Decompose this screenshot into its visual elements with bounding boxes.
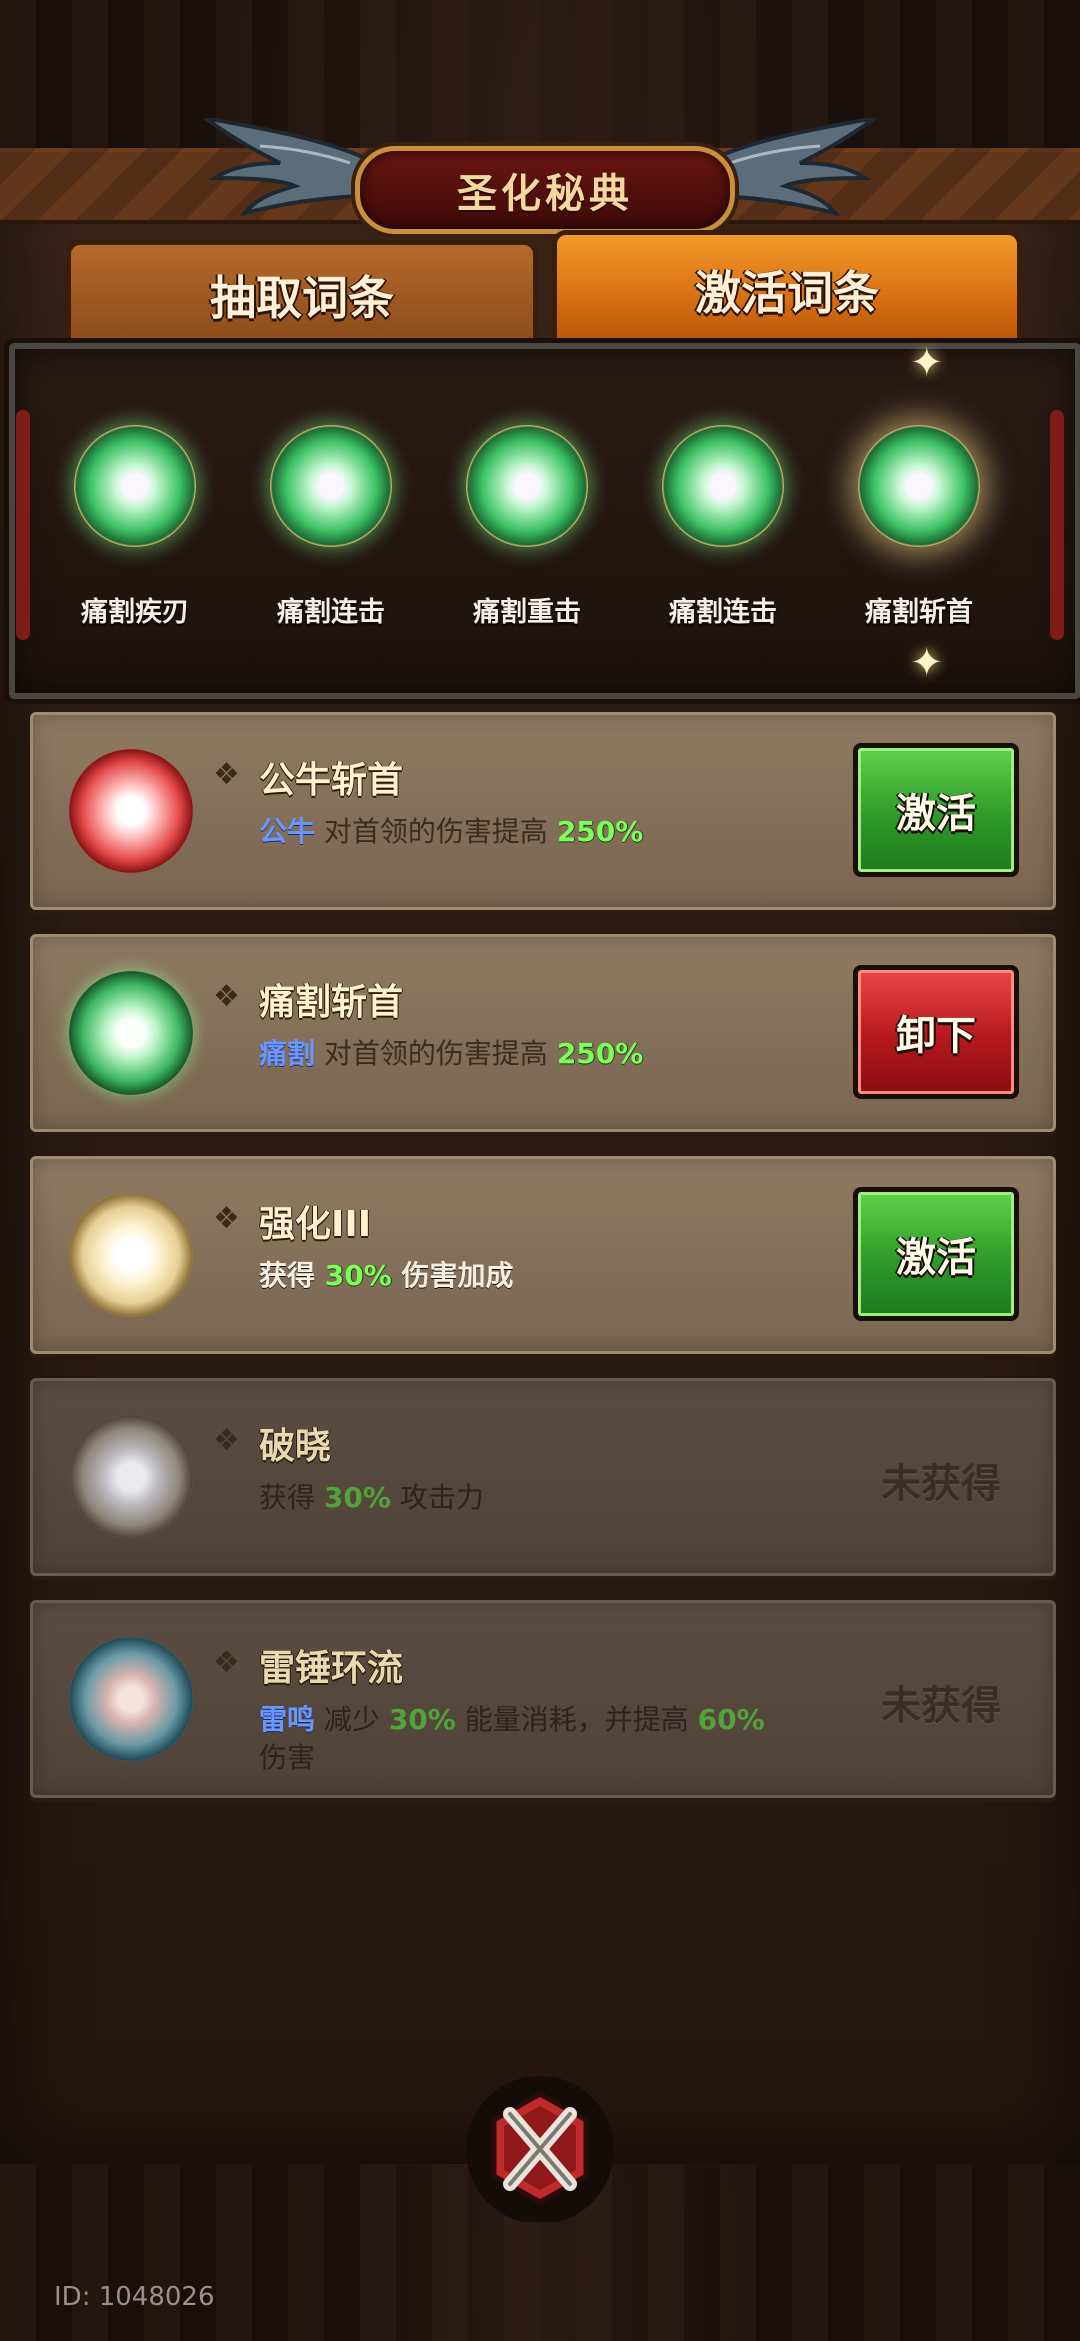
desc-segment: 减少 — [315, 1703, 389, 1736]
slot-item-selected[interactable]: 痛割斩首 — [834, 410, 1004, 640]
slot-item[interactable]: 痛割连击 — [638, 410, 808, 640]
green-orb-icon — [270, 425, 392, 547]
gray-orb-icon — [69, 1415, 193, 1539]
slot-item[interactable]: 痛割疾刃 — [50, 410, 220, 640]
entry-card-locked: ❖ 破晓 获得 30% 攻击力 未获得 — [30, 1378, 1056, 1576]
diamond-bullet-icon: ❖ — [213, 1423, 240, 1458]
teal-orb-icon — [69, 1637, 193, 1761]
entry-card: ❖ 公牛斩首 公牛 对首领的伤害提高 250% 激活 — [30, 712, 1056, 910]
desc-segment: 250% — [556, 815, 644, 848]
slot-label: 痛割斩首 — [865, 597, 973, 628]
entry-title: 痛割斩首 — [259, 982, 404, 1023]
unequip-button[interactable]: 卸下 — [853, 965, 1019, 1099]
gold-orb-icon — [69, 1193, 193, 1317]
desc-segment: 获得 — [259, 1259, 325, 1292]
slot-label: 痛割连击 — [277, 597, 385, 628]
green-orb-icon — [662, 425, 784, 547]
slot-label: 痛割连击 — [669, 597, 777, 628]
entry-description: 获得 30% 攻击力 — [259, 1479, 799, 1517]
desc-segment: 伤害 — [259, 1741, 316, 1774]
slot-label: 痛割重击 — [473, 597, 581, 628]
tab-activate[interactable]: 激活词条 — [552, 230, 1022, 345]
frame-right-pillar — [1050, 410, 1064, 640]
desc-segment: 攻击力 — [390, 1481, 484, 1514]
desc-segment: 60% — [697, 1703, 765, 1736]
desc-segment: 对首领的伤害提高 — [315, 815, 557, 848]
desc-segment: 30% — [323, 1481, 391, 1514]
not-obtained-status: 未获得 — [881, 1683, 1001, 1729]
frame-left-pillar — [16, 410, 30, 640]
equipped-slots: 痛割疾刃 痛割连击 痛割重击 痛割连击 痛割斩首 — [50, 410, 1030, 640]
entry-card: ❖ 痛割斩首 痛割 对首领的伤害提高 250% 卸下 — [30, 934, 1056, 1132]
entry-title: 破晓 — [259, 1426, 332, 1467]
diamond-bullet-icon: ❖ — [213, 1201, 240, 1236]
right-wing-icon — [712, 118, 877, 217]
desc-segment: 能量消耗，并提高 — [455, 1703, 698, 1736]
slot-item[interactable]: 痛割重击 — [442, 410, 612, 640]
desc-segment: 30% — [324, 1259, 392, 1292]
diamond-bullet-icon: ❖ — [213, 1645, 240, 1680]
green-orb-icon — [69, 971, 193, 1095]
desc-segment: 250% — [556, 1037, 644, 1070]
title-plate: 圣化秘典 — [355, 146, 735, 234]
desc-segment: 对首领的伤害提高 — [315, 1037, 557, 1070]
green-orb-icon — [466, 425, 588, 547]
slot-item[interactable]: 痛割连击 — [246, 410, 416, 640]
desc-segment: 公牛 — [259, 815, 316, 848]
entry-card: ❖ 强化III 获得 30% 伤害加成 激活 — [30, 1156, 1056, 1354]
title-banner: 圣化秘典 — [200, 118, 880, 234]
left-wing-icon — [203, 118, 368, 217]
entry-description: 获得 30% 伤害加成 — [259, 1257, 799, 1295]
entry-card-locked: ❖ 雷锤环流 雷鸣 减少 30% 能量消耗，并提高 60% 伤害 未获得 — [30, 1600, 1056, 1798]
activate-button[interactable]: 激活 — [853, 743, 1019, 877]
close-icon[interactable] — [462, 2072, 618, 2222]
entry-description: 公牛 对首领的伤害提高 250% — [259, 813, 799, 851]
entry-title: 公牛斩首 — [259, 760, 404, 801]
slot-label: 痛割疾刃 — [81, 597, 189, 628]
tab-extract[interactable]: 抽取词条 — [66, 240, 538, 345]
activate-button[interactable]: 激活 — [853, 1187, 1019, 1321]
sparkle-icon: ✦ — [910, 340, 944, 386]
diamond-bullet-icon: ❖ — [213, 979, 240, 1014]
entry-description: 雷鸣 减少 30% 能量消耗，并提高 60% 伤害 — [259, 1701, 799, 1777]
not-obtained-status: 未获得 — [881, 1461, 1001, 1507]
red-orb-icon — [69, 749, 193, 873]
desc-segment: 30% — [388, 1703, 456, 1736]
desc-segment: 雷鸣 — [259, 1703, 316, 1736]
page-title: 圣化秘典 — [457, 171, 633, 217]
entry-title: 雷锤环流 — [259, 1648, 404, 1689]
green-orb-icon — [858, 425, 980, 547]
diamond-bullet-icon: ❖ — [213, 757, 240, 792]
desc-segment: 伤害加成 — [391, 1259, 514, 1292]
player-id: ID: 1048026 — [54, 2282, 215, 2312]
entry-description: 痛割 对首领的伤害提高 250% — [259, 1035, 799, 1073]
entry-title: 强化III — [259, 1204, 372, 1245]
green-orb-icon — [74, 425, 196, 547]
desc-segment: 痛割 — [259, 1037, 316, 1070]
desc-segment: 获得 — [259, 1481, 324, 1514]
sparkle-icon: ✦ — [910, 640, 944, 686]
